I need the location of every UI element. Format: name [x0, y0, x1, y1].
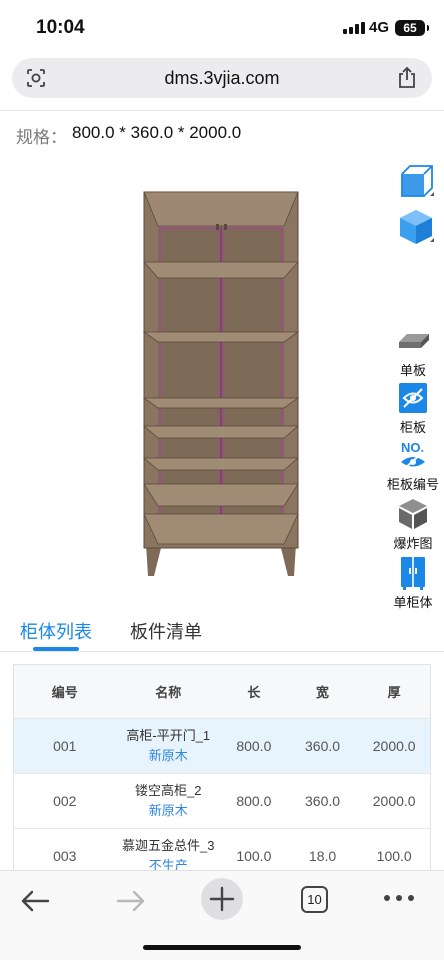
tool-single-board[interactable]: 单板: [384, 324, 442, 379]
header-name: 名称: [155, 685, 182, 700]
table-header: 编号 名称 长 宽 厚: [14, 665, 430, 719]
cabinet-3d-render[interactable]: [140, 188, 302, 580]
row-thickness: 2000.0: [372, 793, 416, 809]
tool-cabinet-board[interactable]: 柜板: [384, 381, 442, 436]
tab-cabinet-list[interactable]: 柜体列表: [20, 618, 92, 644]
header-code: 编号: [51, 685, 78, 700]
home-indicator: [143, 945, 301, 950]
cabinet-board-hide-icon: [399, 383, 427, 413]
spec-value: 800.0 * 360.0 * 2000.0: [72, 123, 242, 142]
single-board-icon: [399, 334, 429, 348]
forward-arrow-icon[interactable]: [108, 879, 152, 923]
row-material[interactable]: 新原木: [116, 802, 222, 820]
row-code: 001: [53, 738, 77, 754]
header-width: 宽: [316, 685, 330, 700]
row-thickness: 2000.0: [372, 738, 416, 754]
row-length: 100.0: [236, 848, 272, 864]
wireframe-view-icon[interactable]: [396, 162, 436, 202]
tool-label-cabinet-board: 柜板: [399, 420, 426, 435]
row-name: 高柜-平开门_1: [126, 728, 211, 743]
row-length: 800.0: [236, 738, 272, 754]
network-label: 4G: [369, 19, 390, 36]
tool-label-board-number: 柜板编号: [386, 477, 439, 492]
exploded-view-icon: [399, 499, 427, 529]
row-length: 800.0: [236, 793, 272, 809]
row-code: 002: [53, 793, 77, 809]
spec-label: 规格：: [16, 128, 67, 147]
more-icon[interactable]: [384, 895, 416, 903]
tool-label-exploded-view: 爆炸图: [393, 536, 433, 551]
row-width: 360.0: [305, 793, 341, 809]
back-arrow-icon[interactable]: [14, 879, 58, 923]
tab-divider: [0, 651, 444, 652]
header-thickness: 厚: [387, 685, 401, 700]
cabinet-table: 编号 名称 长 宽 厚 001 高柜-平开门_1 新原木 800.0 360.0…: [13, 664, 431, 885]
tool-single-cabinet[interactable]: 单柜体: [384, 556, 442, 611]
header-divider: [0, 110, 444, 111]
battery-icon: 65: [395, 20, 429, 36]
single-cabinet-icon: [401, 557, 425, 590]
row-thickness: 100.0: [376, 848, 412, 864]
status-time: 10:04: [36, 17, 85, 38]
address-bar[interactable]: dms.3vjia.com: [12, 58, 432, 98]
row-width: 18.0: [308, 848, 337, 864]
solid-view-icon[interactable]: [396, 206, 436, 246]
tab-board-list[interactable]: 板件清单: [130, 618, 202, 644]
tool-label-single-board: 单板: [399, 363, 426, 378]
header-length: 长: [247, 685, 261, 700]
row-name: 慕迦五金总件_3: [122, 838, 215, 853]
url-text[interactable]: dms.3vjia.com: [12, 68, 432, 89]
tool-board-number[interactable]: NO. 柜板编号: [384, 438, 442, 493]
share-icon[interactable]: [396, 66, 418, 90]
signal-icon: [343, 22, 365, 34]
row-name-cell: 高柜-平开门_1 新原木: [116, 727, 222, 765]
row-width: 360.0: [305, 738, 341, 754]
row-name-cell: 镂空高柜_2 新原木: [116, 782, 222, 820]
row-code: 003: [53, 848, 77, 864]
plus-icon: [209, 886, 235, 912]
row-name: 镂空高柜_2: [135, 783, 202, 798]
tool-label-single-cabinet: 单柜体: [393, 595, 433, 610]
status-bar: 10:04 4G 65: [0, 0, 444, 54]
new-tab-button[interactable]: [201, 878, 243, 920]
svg-text:NO.: NO.: [401, 440, 424, 455]
board-number-icon: NO.: [401, 440, 425, 471]
table-row[interactable]: 001 高柜-平开门_1 新原木 800.0 360.0 2000.0: [14, 719, 430, 774]
tool-exploded-view[interactable]: 爆炸图: [384, 497, 442, 552]
tab-switcher-button[interactable]: 10: [301, 886, 328, 913]
table-row[interactable]: 002 镂空高柜_2 新原木 800.0 360.0 2000.0: [14, 774, 430, 829]
row-material[interactable]: 新原木: [116, 747, 222, 765]
